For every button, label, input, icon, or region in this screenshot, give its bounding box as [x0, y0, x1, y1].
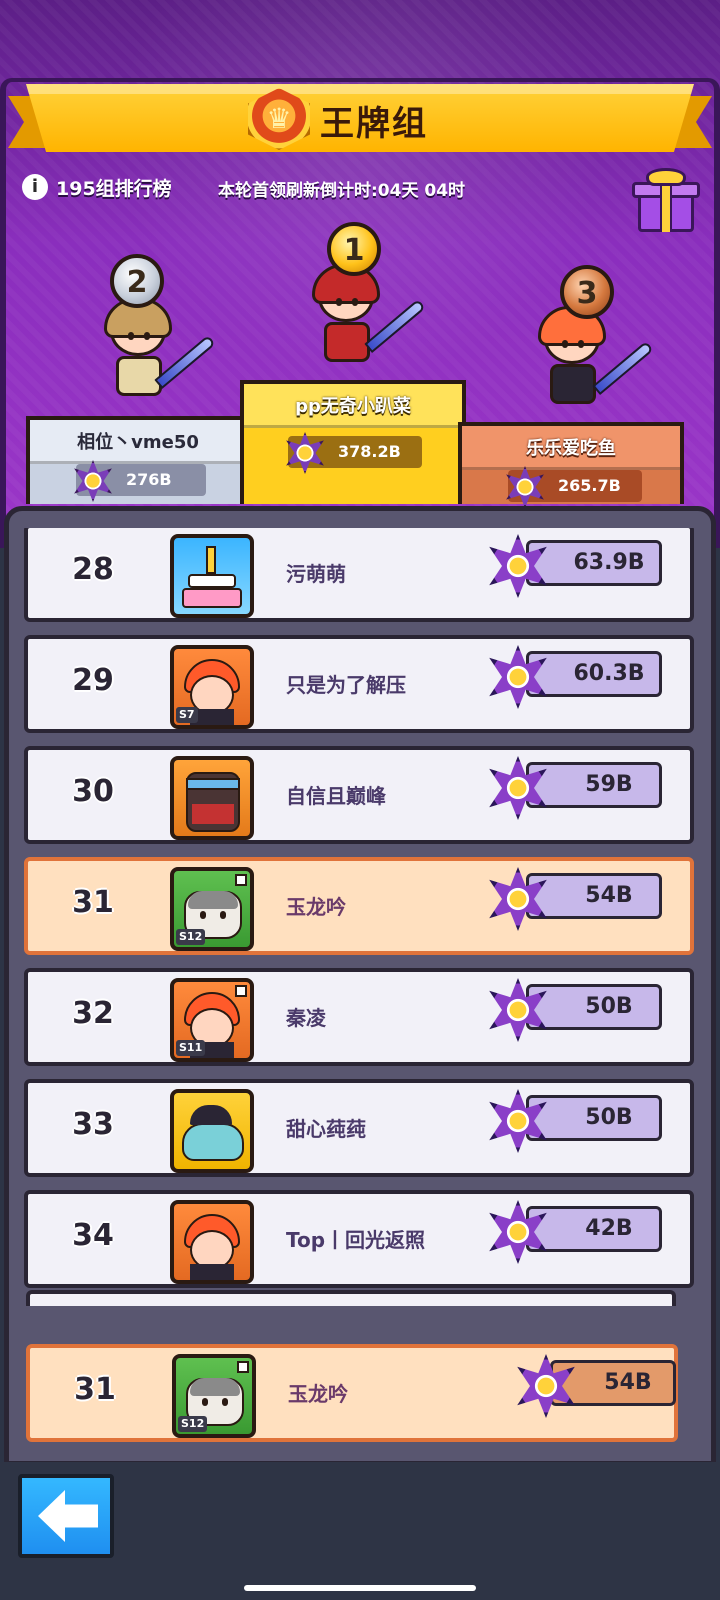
podium-second[interactable]: 相位丶vme50 276B: [26, 416, 250, 504]
my-rank: 31: [74, 1372, 116, 1407]
my-name: 玉龙吟: [288, 1382, 348, 1406]
player-avatar[interactable]: S12: [170, 867, 254, 951]
player-avatar[interactable]: [170, 534, 254, 618]
player-score: 60.3B: [526, 651, 662, 697]
back-button[interactable]: [18, 1474, 114, 1558]
row-rank: 29: [72, 663, 114, 698]
ranking-row-self[interactable]: 31 S12 玉龙吟 54B: [24, 857, 694, 955]
ranking-list[interactable]: 28 污萌萌 63.9B 29 S7 只是为了解压 60.3B 30 自信且巅峰…: [20, 528, 700, 1332]
player-score: 54B: [526, 873, 662, 919]
my-avatar[interactable]: S12: [172, 1354, 256, 1438]
row-rank: 33: [72, 1107, 114, 1142]
ranking-row[interactable]: 29 S7 只是为了解压 60.3B: [24, 635, 694, 733]
first-place-character: [300, 262, 392, 366]
page-title: 王牌组: [320, 104, 428, 144]
podium-first[interactable]: pp无奇小趴菜 378.2B: [240, 380, 466, 504]
second-place-name: 相位丶vme50: [77, 432, 199, 453]
third-place-character: [526, 304, 618, 408]
ranking-row[interactable]: 32 S11 秦凌 50B: [24, 968, 694, 1066]
row-rank: 31: [72, 885, 114, 920]
player-name: Top丨回光返照: [286, 1228, 426, 1252]
refresh-countdown: 本轮首领刷新倒计时:04天 04时: [218, 181, 466, 201]
player-avatar[interactable]: S11: [170, 978, 254, 1062]
player-name: 只是为了解压: [286, 673, 406, 697]
player-score: 50B: [526, 1095, 662, 1141]
player-avatar[interactable]: S7: [170, 645, 254, 729]
season-badge: S12: [178, 1416, 208, 1432]
player-avatar[interactable]: [170, 1200, 254, 1284]
player-score: 42B: [526, 1206, 662, 1252]
player-score: 59B: [526, 762, 662, 808]
player-name: 甜心莼莼: [286, 1117, 366, 1141]
second-place-medal: 2: [110, 254, 164, 308]
ranking-row[interactable]: 34 Top丨回光返照 42B: [24, 1190, 694, 1288]
ranking-row[interactable]: 28 污萌萌 63.9B: [24, 528, 694, 622]
list-next-row-peek: [26, 1290, 676, 1306]
player-score: 63.9B: [526, 540, 662, 586]
row-rank: 32: [72, 996, 114, 1031]
first-place-name: pp无奇小趴菜: [295, 396, 411, 417]
second-place-character: [92, 296, 184, 400]
row-rank: 34: [72, 1218, 114, 1253]
row-rank: 30: [72, 774, 114, 809]
ranking-row[interactable]: 30 自信且巅峰 59B: [24, 746, 694, 844]
player-name: 玉龙吟: [286, 895, 346, 919]
player-avatar[interactable]: [170, 1089, 254, 1173]
first-place-medal: 1: [327, 222, 381, 276]
player-avatar[interactable]: [170, 756, 254, 840]
group-info-label: 195组排行榜: [56, 178, 172, 200]
season-badge: S12: [176, 929, 206, 945]
season-badge: S7: [176, 707, 198, 723]
podium-third[interactable]: 乐乐爱吃鱼 265.7B: [458, 422, 684, 508]
my-rank-row[interactable]: 31 S12 玉龙吟 54B: [26, 1344, 678, 1442]
player-name: 污萌萌: [286, 562, 346, 586]
third-place-name: 乐乐爱吃鱼: [526, 438, 616, 459]
ranking-row[interactable]: 33 甜心莼莼 50B: [24, 1079, 694, 1177]
home-indicator[interactable]: [244, 1585, 476, 1591]
player-name: 秦凌: [286, 1006, 326, 1030]
gift-icon[interactable]: [632, 168, 700, 234]
player-score: 50B: [526, 984, 662, 1030]
third-place-medal: 3: [560, 265, 614, 319]
back-arrow-icon: [38, 1490, 98, 1542]
player-name: 自信且巅峰: [286, 784, 386, 808]
info-icon[interactable]: i: [22, 174, 48, 200]
season-badge: S11: [176, 1040, 206, 1056]
row-rank: 28: [72, 552, 114, 587]
